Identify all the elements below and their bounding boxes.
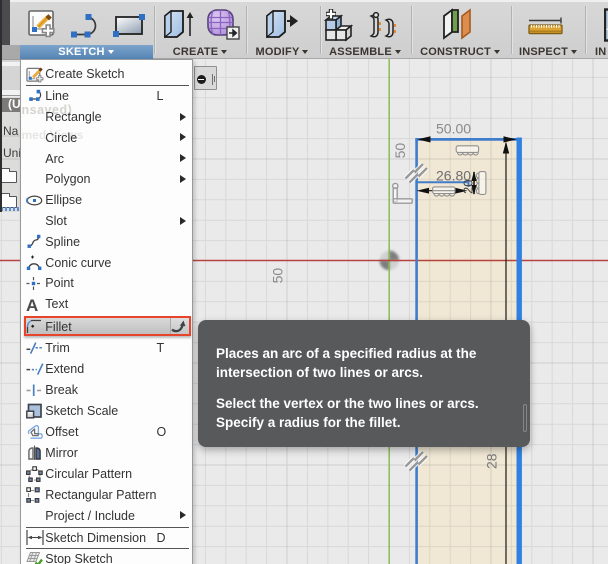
svg-text:A: A bbox=[26, 296, 38, 312]
svg-text:50.00: 50.00 bbox=[436, 121, 471, 137]
svg-text:20: 20 bbox=[461, 180, 476, 194]
svg-text:28: 28 bbox=[484, 453, 500, 469]
svg-text:50: 50 bbox=[392, 143, 408, 159]
svg-text:50: 50 bbox=[270, 268, 286, 284]
